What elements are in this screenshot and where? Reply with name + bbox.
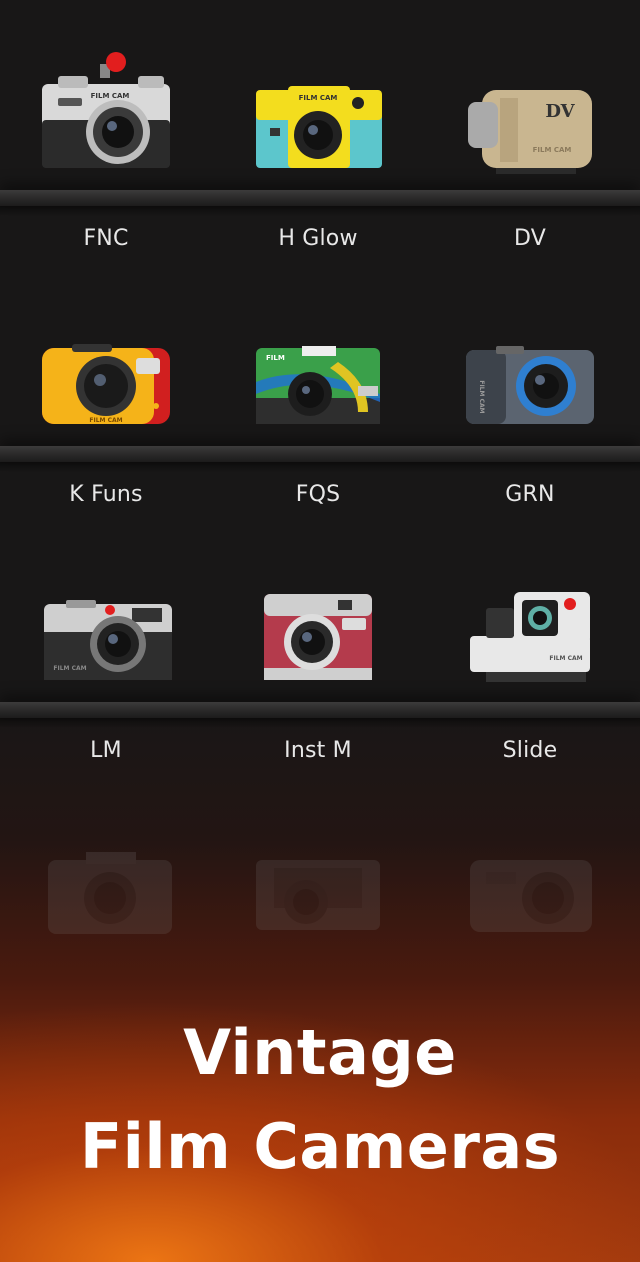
svg-text:FILM CAM: FILM CAM xyxy=(91,92,130,100)
h-glow-camera-icon: FILM CAM xyxy=(256,86,382,168)
camera-h-glow[interactable]: FILM CAM xyxy=(218,46,418,196)
camera-inst-m[interactable] xyxy=(218,558,418,708)
slide-camera-icon: FILM CAM xyxy=(470,592,590,682)
camera-label: GRN xyxy=(505,482,555,507)
k-funs-camera-icon: FILM CAM xyxy=(42,344,170,424)
svg-text:FILM: FILM xyxy=(266,354,285,362)
camera-fqs[interactable]: FILM xyxy=(218,302,418,452)
headline-line-2: Film Cameras xyxy=(79,1110,561,1183)
faded-camera-1 xyxy=(6,820,206,940)
dv-camcorder-icon: DV FILM CAM xyxy=(468,90,592,174)
camera-grn[interactable]: FILM CAM xyxy=(430,302,630,452)
camera-dv[interactable]: DV FILM CAM xyxy=(430,46,630,196)
svg-text:FILM CAM: FILM CAM xyxy=(533,146,572,154)
camera-slide[interactable]: FILM CAM xyxy=(430,558,630,708)
svg-text:FILM CAM: FILM CAM xyxy=(478,380,485,413)
camera-label: LM xyxy=(90,738,122,763)
grn-camera-icon: FILM CAM xyxy=(466,346,594,424)
camera-icon xyxy=(48,852,172,934)
fqs-camera-icon: FILM xyxy=(256,346,380,424)
camera-label: H Glow xyxy=(278,226,358,251)
camera-label: FQS xyxy=(295,482,341,507)
fnc-camera-icon: FILM CAM xyxy=(42,52,170,168)
inst-m-camera-icon xyxy=(264,594,372,680)
svg-text:FILM CAM: FILM CAM xyxy=(89,417,122,424)
camera-label: K Funs xyxy=(69,482,143,507)
svg-text:FILM CAM: FILM CAM xyxy=(549,655,582,662)
camera-label: Inst M xyxy=(284,738,352,763)
svg-text:FILM CAM: FILM CAM xyxy=(53,665,86,672)
camera-label: DV xyxy=(513,226,546,251)
camera-fnc[interactable]: FILM CAM xyxy=(6,46,206,196)
camera-lm[interactable]: FILM CAM xyxy=(6,558,206,708)
faded-camera-3 xyxy=(430,820,630,940)
svg-text:DV: DV xyxy=(545,101,575,122)
faded-camera-2 xyxy=(218,820,418,940)
camera-k-funs[interactable]: FILM CAM xyxy=(6,302,206,452)
camera-icon xyxy=(256,860,380,930)
camera-icon xyxy=(470,860,592,932)
lm-camera-icon: FILM CAM xyxy=(44,600,172,680)
camera-label: FNC xyxy=(83,226,129,251)
headline-line-1: Vintage xyxy=(183,1016,457,1089)
camera-label: Slide xyxy=(502,738,558,763)
svg-text:FILM CAM: FILM CAM xyxy=(299,94,338,102)
